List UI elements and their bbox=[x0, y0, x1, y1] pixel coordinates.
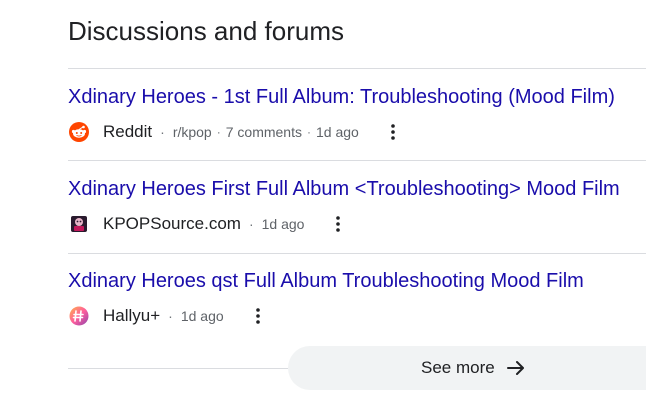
kpopsource-icon bbox=[68, 213, 90, 235]
more-options-icon[interactable] bbox=[246, 304, 270, 328]
site-name: KPOPSource.com bbox=[103, 214, 241, 233]
result-link[interactable]: Xdinary Heroes qst Full Album Troublesho… bbox=[68, 268, 646, 294]
see-more-label: See more bbox=[421, 358, 495, 377]
section-title: Discussions and forums bbox=[68, 16, 344, 46]
reddit-icon bbox=[68, 121, 90, 143]
separator: · bbox=[248, 216, 254, 232]
post-age: 1d ago bbox=[315, 124, 359, 140]
result-item: Xdinary Heroes - 1st Full Album: Trouble… bbox=[68, 84, 646, 145]
comment-count: 7 comments bbox=[225, 124, 302, 140]
post-age: 1d ago bbox=[180, 308, 224, 324]
divider bbox=[68, 68, 646, 69]
result-meta: KPOPSource.com · 1d ago bbox=[68, 211, 646, 237]
site-name: Hallyu+ bbox=[103, 306, 161, 325]
separator: · bbox=[168, 308, 173, 324]
arrow-right-icon bbox=[506, 360, 525, 376]
more-options-icon[interactable] bbox=[381, 120, 405, 144]
community-name: r/kpop bbox=[172, 124, 212, 140]
divider bbox=[68, 160, 646, 161]
more-options-icon[interactable] bbox=[326, 212, 350, 236]
divider bbox=[68, 368, 288, 369]
separator: · bbox=[160, 124, 165, 140]
result-item: Xdinary Heroes First Full Album <Trouble… bbox=[68, 176, 646, 237]
separator: · bbox=[306, 125, 311, 139]
hallyu-icon bbox=[68, 305, 90, 327]
divider bbox=[68, 253, 646, 254]
result-meta: Hallyu+ · 1d ago bbox=[68, 303, 646, 329]
see-more-button[interactable]: See more bbox=[288, 346, 646, 390]
result-meta: Reddit · r/kpop · 7 comments · 1d ago bbox=[68, 119, 646, 145]
separator: · bbox=[216, 125, 221, 139]
result-item: Xdinary Heroes qst Full Album Troublesho… bbox=[68, 268, 646, 329]
site-name: Reddit bbox=[103, 122, 153, 141]
result-link[interactable]: Xdinary Heroes - 1st Full Album: Trouble… bbox=[68, 84, 646, 110]
post-age: 1d ago bbox=[261, 216, 305, 232]
result-link[interactable]: Xdinary Heroes First Full Album <Trouble… bbox=[68, 176, 646, 202]
